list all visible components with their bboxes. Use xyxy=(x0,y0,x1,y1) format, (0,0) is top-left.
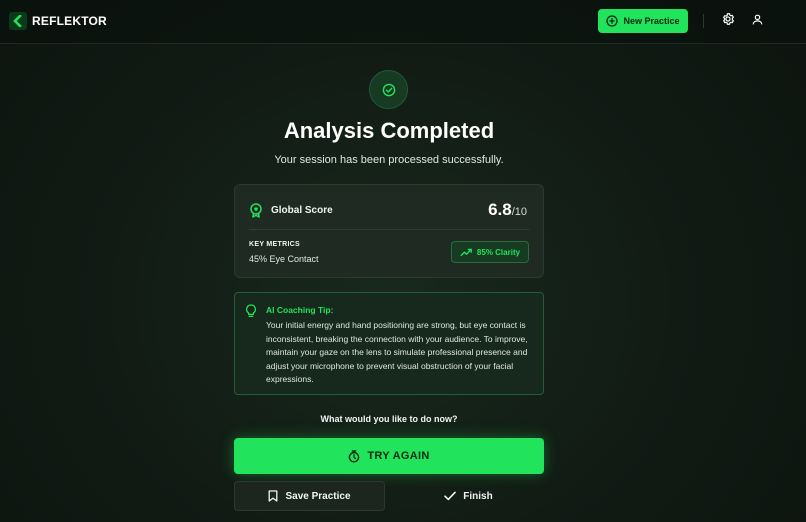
global-score-value: 6.8/10 xyxy=(488,200,527,220)
page-title: Analysis Completed xyxy=(283,118,495,143)
new-practice-label: New Practice xyxy=(623,16,680,26)
check-icon xyxy=(444,491,457,501)
save-practice-label: Save Practice xyxy=(285,490,351,502)
score-number: 6.8 xyxy=(488,200,512,219)
clarity-badge-text: 85% Clarity xyxy=(476,247,521,257)
global-score-header: Global Score xyxy=(249,203,333,218)
header-divider xyxy=(703,14,704,28)
try-again-label: TRY AGAIN xyxy=(367,450,430,462)
coaching-tip-card: AI Coaching Tip: Your initial energy and… xyxy=(234,292,544,395)
key-metric-value: 45% Eye Contact xyxy=(249,254,319,264)
try-again-button[interactable]: TRY AGAIN xyxy=(234,438,544,474)
target-badge-icon xyxy=(249,203,263,218)
user-icon[interactable] xyxy=(749,11,765,27)
lightbulb-icon xyxy=(245,304,257,323)
finish-button[interactable]: Finish xyxy=(393,481,544,511)
next-step-question: What would you like to do now? xyxy=(320,414,458,424)
retry-timer-icon xyxy=(348,449,360,463)
global-score-label: Global Score xyxy=(271,205,333,216)
score-suffix: /10 xyxy=(511,206,527,218)
finish-label: Finish xyxy=(463,490,493,502)
page-subtitle: Your session has been processed successf… xyxy=(274,154,504,166)
clarity-badge: 85% Clarity xyxy=(451,241,529,263)
coaching-tip-title: AI Coaching Tip: xyxy=(266,305,334,315)
bookmark-icon xyxy=(268,490,278,502)
check-circle-icon xyxy=(369,70,408,109)
brand-logo[interactable]: REFLEKTOR xyxy=(9,12,107,30)
trending-up-icon xyxy=(460,248,472,257)
card-divider xyxy=(249,229,529,230)
brand-name: REFLEKTOR xyxy=(32,14,107,28)
top-bar: REFLEKTOR New Practice xyxy=(0,0,806,44)
global-score-card: Global Score 6.8/10 KEY METRICS 45% Eye … xyxy=(234,184,544,278)
new-practice-button[interactable]: New Practice xyxy=(598,9,688,33)
logo-chevron-icon xyxy=(9,12,27,30)
save-practice-button[interactable]: Save Practice xyxy=(234,481,385,511)
coaching-tip-body: Your initial energy and hand positioning… xyxy=(266,320,528,385)
key-metrics-label: KEY METRICS xyxy=(249,241,301,248)
plus-circle-icon xyxy=(606,15,619,27)
gear-icon[interactable] xyxy=(720,11,736,27)
